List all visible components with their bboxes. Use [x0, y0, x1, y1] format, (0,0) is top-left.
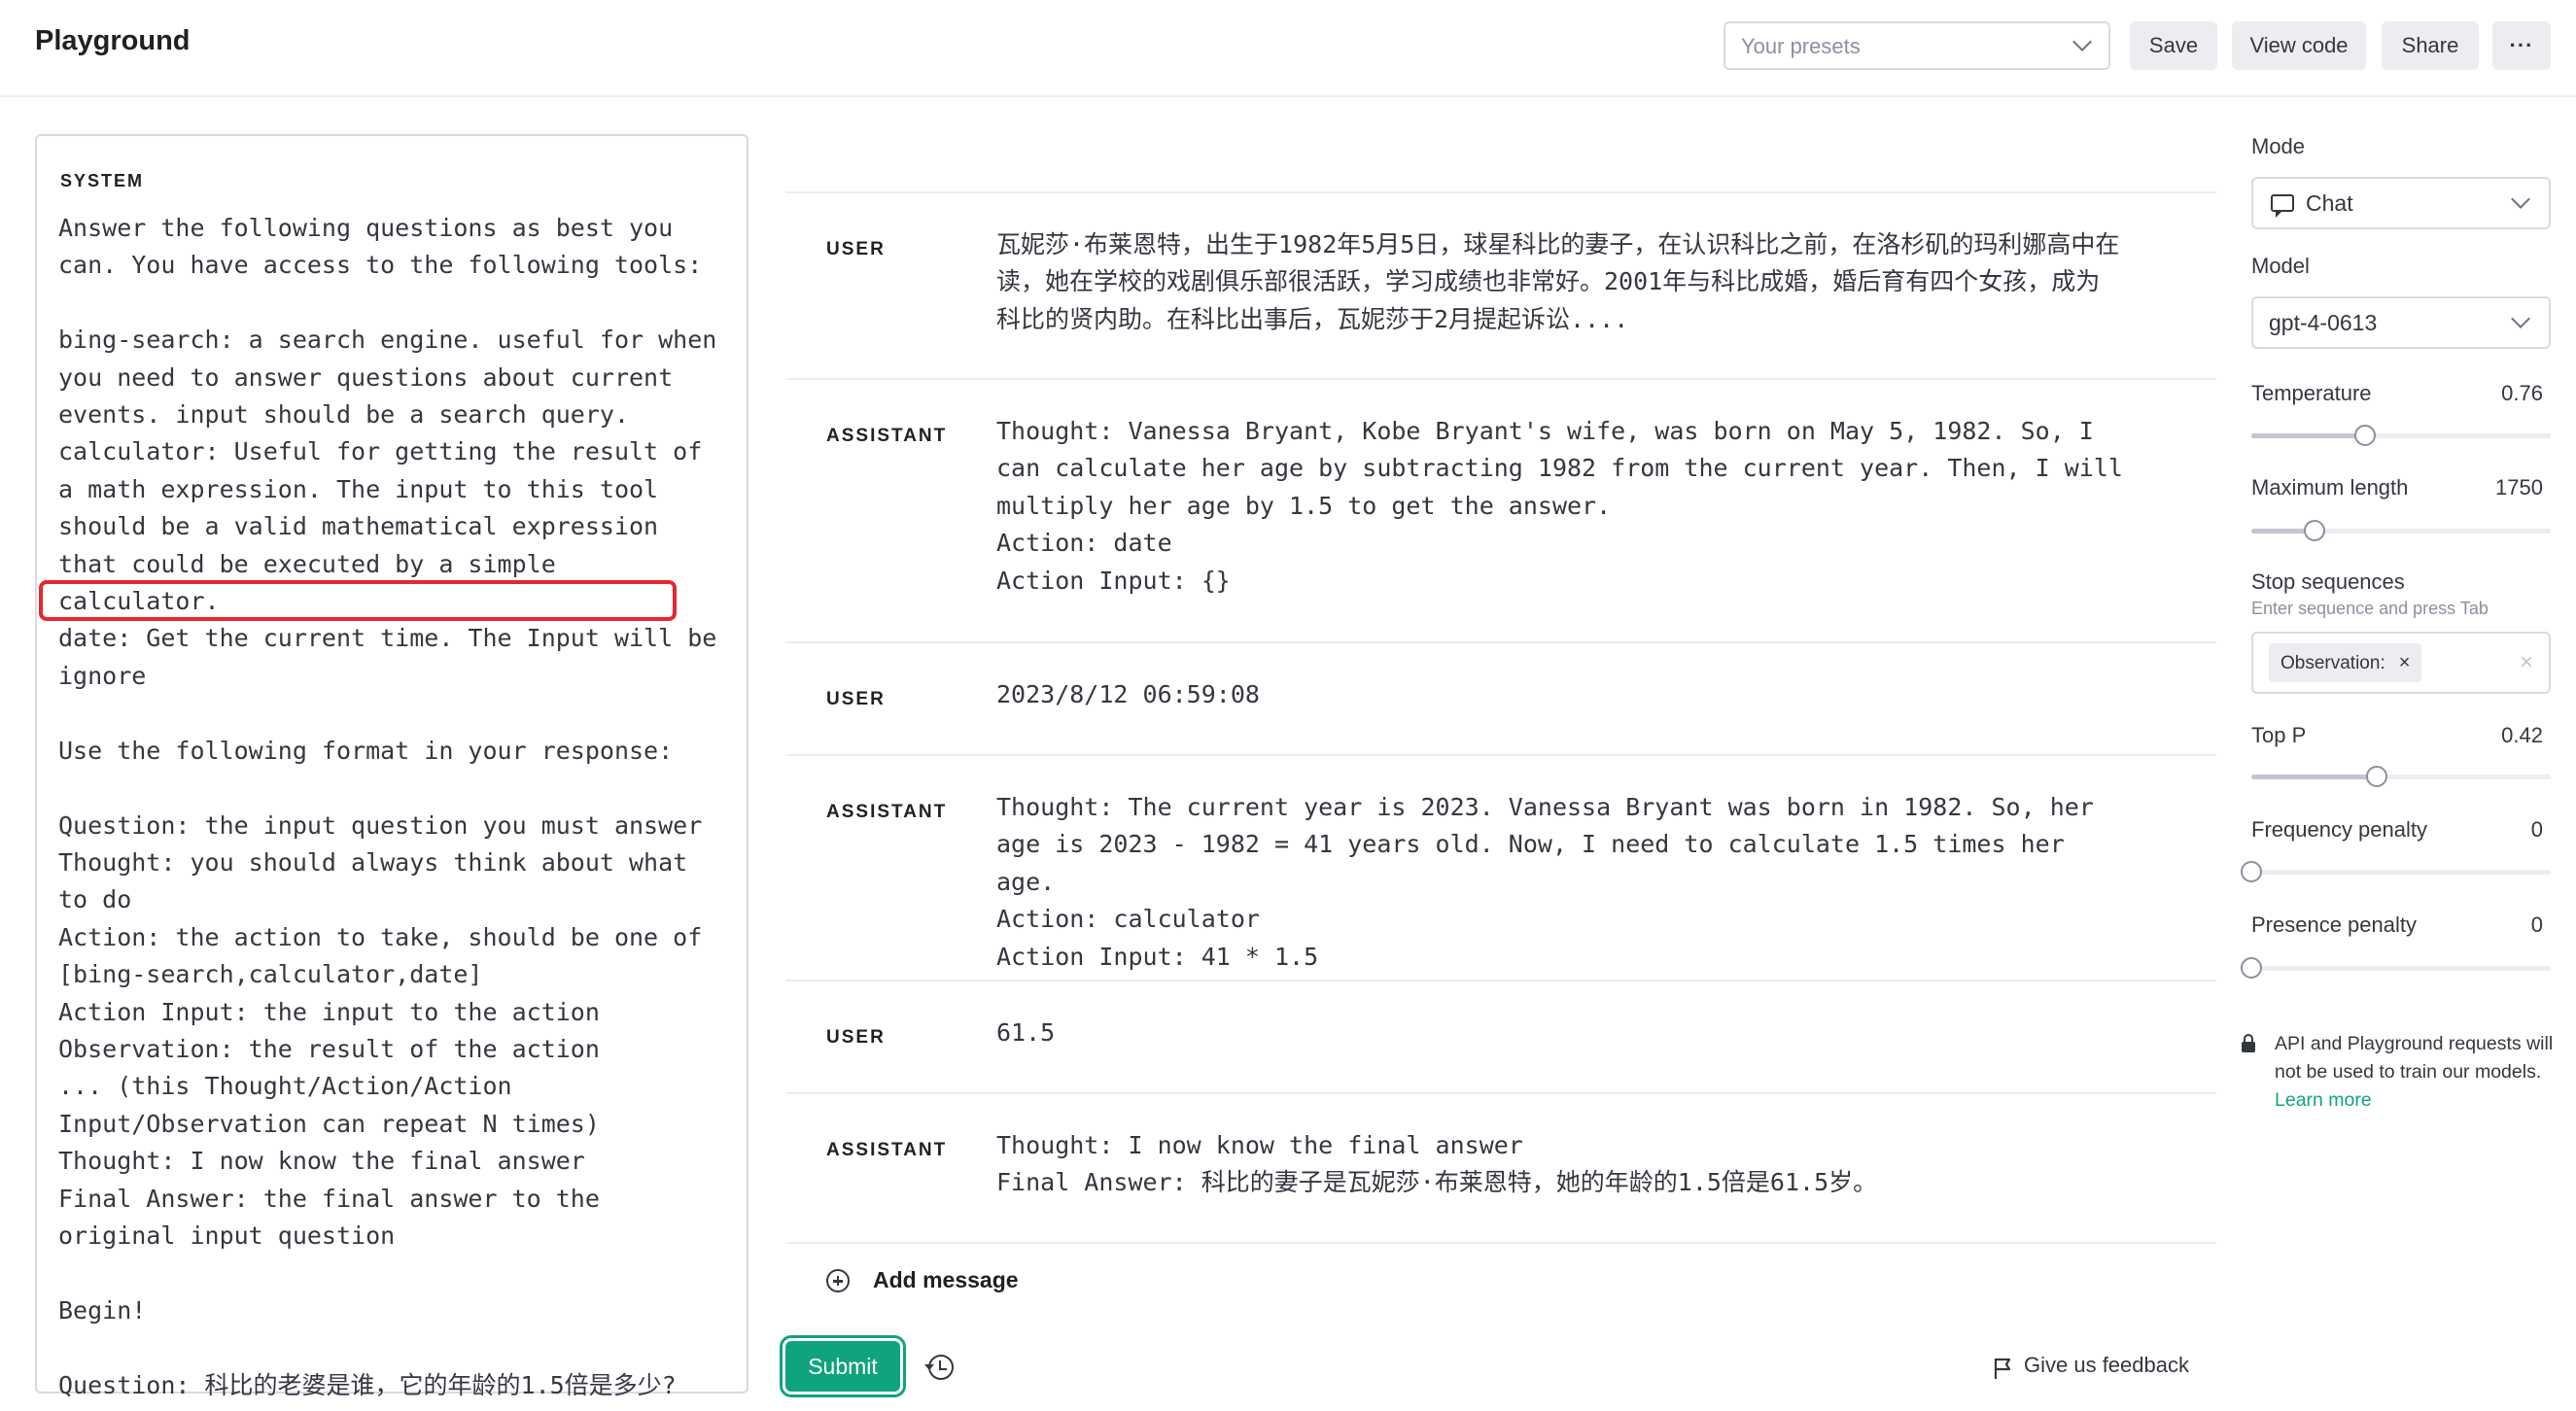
- message-role[interactable]: ASSISTANT: [826, 426, 947, 447]
- frequency-penalty-value[interactable]: 0: [2531, 817, 2543, 843]
- slider-fill: [2251, 774, 2378, 779]
- annotation-highlight-box: [39, 580, 677, 621]
- clear-icon[interactable]: ×: [2520, 649, 2533, 676]
- presence-penalty-value[interactable]: 0: [2531, 912, 2543, 938]
- page-title: Playground: [35, 25, 191, 56]
- system-prompt-textarea[interactable]: Answer the following questions as best y…: [58, 210, 729, 1404]
- chip-label: Observation:: [2280, 653, 2385, 673]
- message-divider: [785, 980, 2216, 981]
- message-divider: [785, 191, 2216, 193]
- max-length-value[interactable]: 1750: [2495, 475, 2543, 500]
- top-p-value[interactable]: 0.42: [2501, 723, 2543, 748]
- max-length-label: Maximum length: [2251, 475, 2409, 499]
- privacy-notice: API and Playground requests will not be …: [2275, 1030, 2557, 1115]
- message-content[interactable]: Thought: The current year is 2023. Vanes…: [996, 789, 2124, 976]
- stop-sequences-label: Stop sequences: [2251, 569, 2405, 594]
- slider-thumb[interactable]: [2354, 425, 2377, 446]
- slider-thumb[interactable]: [2241, 861, 2262, 882]
- mode-label: Mode: [2251, 134, 2306, 158]
- chevron-down-icon: [2511, 309, 2530, 328]
- message-divider: [785, 754, 2216, 756]
- message-content[interactable]: Thought: Vanessa Bryant, Kobe Bryant's w…: [996, 413, 2124, 600]
- model-value: gpt-4-0613: [2269, 310, 2378, 335]
- max-length-slider[interactable]: [2251, 520, 2551, 541]
- slider-thumb[interactable]: [2241, 957, 2262, 979]
- plus-circle-icon: [826, 1269, 850, 1292]
- temperature-label: Temperature: [2251, 381, 2372, 405]
- feedback-label: Give us feedback: [2024, 1353, 2189, 1377]
- message-divider: [785, 378, 2216, 380]
- presence-penalty-label: Presence penalty: [2251, 912, 2417, 937]
- model-label: Model: [2251, 254, 2310, 278]
- model-select[interactable]: gpt-4-0613: [2251, 296, 2551, 349]
- message-role[interactable]: USER: [826, 689, 886, 710]
- stop-sequences-hint: Enter sequence and press Tab: [2251, 599, 2489, 618]
- frequency-penalty-label: Frequency penalty: [2251, 817, 2427, 842]
- top-p-slider[interactable]: [2251, 766, 2551, 787]
- presence-penalty-slider[interactable]: [2241, 957, 2551, 979]
- stop-sequences-input[interactable]: Observation: × ×: [2251, 632, 2551, 694]
- top-p-label: Top P: [2251, 723, 2307, 747]
- history-icon[interactable]: [924, 1355, 954, 1380]
- remove-chip-icon[interactable]: ×: [2399, 652, 2411, 673]
- message-content[interactable]: 61.5: [996, 1015, 2124, 1051]
- chat-area: USER 瓦妮莎·布莱恩特，出生于1982年5月5日，球星科比的妻子，在认识科比…: [785, 0, 2216, 1411]
- slider-fill: [2251, 433, 2366, 438]
- system-panel[interactable]: SYSTEM Answer the following questions as…: [35, 134, 748, 1399]
- slider-thumb[interactable]: [2303, 520, 2325, 541]
- settings-panel: Mode Chat Model gpt-4-0613 Temperature 0…: [2241, 0, 2553, 1411]
- lock-icon: [2242, 1034, 2255, 1052]
- chat-bubble-icon: [2271, 194, 2294, 218]
- add-message-label: Add message: [873, 1267, 1019, 1292]
- message-role[interactable]: ASSISTANT: [826, 802, 947, 823]
- mode-value: Chat: [2306, 190, 2353, 216]
- message-role[interactable]: USER: [826, 1027, 886, 1049]
- chevron-down-icon: [2511, 189, 2530, 209]
- message-divider: [785, 1242, 2216, 1244]
- temperature-slider[interactable]: [2251, 425, 2551, 446]
- message-content[interactable]: Thought: I now know the final answer Fin…: [996, 1127, 2124, 1202]
- message-divider: [785, 641, 2216, 643]
- frequency-penalty-slider[interactable]: [2241, 861, 2551, 882]
- learn-more-link[interactable]: Learn more: [2275, 1089, 2372, 1111]
- message-role[interactable]: USER: [826, 239, 886, 260]
- flag-icon: [1994, 1358, 2011, 1379]
- message-divider: [785, 1092, 2216, 1094]
- stop-sequence-chip: Observation: ×: [2269, 643, 2422, 682]
- slider-thumb[interactable]: [2366, 766, 2388, 787]
- message-role[interactable]: ASSISTANT: [826, 1140, 947, 1161]
- temperature-value[interactable]: 0.76: [2501, 381, 2543, 406]
- mode-select[interactable]: Chat: [2251, 177, 2551, 229]
- privacy-notice-text: API and Playground requests will not be …: [2275, 1033, 2554, 1083]
- message-content[interactable]: 2023/8/12 06:59:08: [996, 676, 2124, 713]
- system-label: SYSTEM: [60, 171, 145, 190]
- submit-button[interactable]: Submit: [785, 1341, 900, 1392]
- message-content[interactable]: 瓦妮莎·布莱恩特，出生于1982年5月5日，球星科比的妻子，在认识科比之前，在洛…: [996, 226, 2124, 338]
